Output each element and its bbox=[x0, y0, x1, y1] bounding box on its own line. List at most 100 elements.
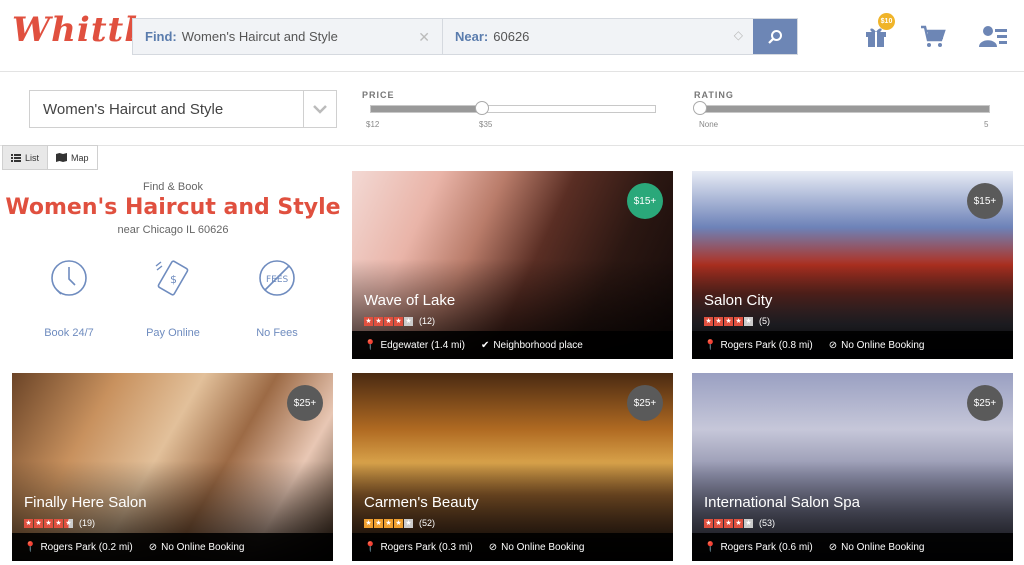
rating-slider-handle[interactable] bbox=[693, 101, 707, 115]
salon-meta: 📍 Edgewater (1.4 mi) ✔ Neighborhood place bbox=[352, 331, 673, 359]
user-list-icon bbox=[979, 26, 1007, 47]
price-badge: $25+ bbox=[287, 385, 323, 421]
salon-extra: No Online Booking bbox=[501, 541, 585, 553]
salon-name[interactable]: Salon City bbox=[704, 292, 772, 309]
map-view-button[interactable]: Map bbox=[48, 146, 97, 169]
review-count: (5) bbox=[759, 316, 770, 326]
near-field[interactable]: Near: 60626 ◇ bbox=[443, 19, 753, 54]
price-slider-handle[interactable] bbox=[474, 101, 489, 115]
price-badge: $25+ bbox=[627, 385, 663, 421]
price-label: PRICE bbox=[362, 90, 395, 100]
feature-pay-online: $ Pay Online bbox=[128, 258, 218, 339]
search-bar: Find: Women's Haircut and Style ✕ Near: … bbox=[132, 18, 798, 55]
star-icon: ★ bbox=[704, 316, 713, 326]
price-min-label: $12 bbox=[366, 120, 380, 129]
feature-label: No Fees bbox=[256, 327, 298, 339]
star-icon: ★ bbox=[704, 518, 713, 528]
location-pin-icon: 📍 bbox=[704, 541, 717, 553]
find-book-text: Find & Book bbox=[143, 181, 203, 193]
salon-meta: 📍 Rogers Park (0.8 mi) ⊘ No Online Booking bbox=[692, 331, 1013, 359]
list-view-button[interactable]: List bbox=[3, 146, 49, 169]
star-icon: ★ bbox=[394, 316, 403, 326]
salon-location: Edgewater (1.4 mi) bbox=[380, 339, 465, 351]
logo[interactable]: Whittl bbox=[12, 10, 138, 50]
star-icon: ★ bbox=[34, 518, 43, 528]
salon-name[interactable]: Wave of Lake bbox=[364, 292, 455, 309]
category-select[interactable]: Women's Haircut and Style bbox=[29, 90, 337, 128]
find-label: Find: bbox=[145, 29, 177, 44]
star-icon: ★ bbox=[64, 518, 73, 528]
rating-label: RATING bbox=[694, 90, 734, 100]
no-booking-icon: ⊘ bbox=[828, 541, 838, 553]
star-icon: ★ bbox=[24, 518, 33, 528]
price-slider[interactable] bbox=[370, 105, 656, 113]
star-icon: ★ bbox=[404, 316, 413, 326]
salon-location: Rogers Park (0.3 mi) bbox=[380, 541, 473, 553]
header: Whittl Find: Women's Haircut and Style ✕… bbox=[0, 0, 1024, 72]
feature-label: Pay Online bbox=[146, 327, 200, 339]
salon-meta: 📍 Rogers Park (0.2 mi) ⊘ No Online Booking bbox=[12, 533, 333, 561]
check-icon: ✔ bbox=[480, 339, 490, 351]
salon-name[interactable]: International Salon Spa bbox=[704, 494, 860, 511]
price-badge: $25+ bbox=[967, 385, 1003, 421]
salon-card[interactable]: $15+ Salon City ★ ★ ★ ★ ★ (5) 📍 Rogers Park (0.8 … bbox=[692, 171, 1013, 359]
star-icon: ★ bbox=[724, 316, 733, 326]
search-icon bbox=[768, 29, 782, 44]
filter-bar: Women's Haircut and Style PRICE $12 $35 … bbox=[0, 72, 1024, 146]
star-icon: ★ bbox=[44, 518, 53, 528]
salon-meta: 📍 Rogers Park (0.3 mi) ⊘ No Online Booking bbox=[352, 533, 673, 561]
category-select-value: Women's Haircut and Style bbox=[43, 100, 224, 118]
map-view-label: Map bbox=[71, 152, 89, 163]
star-rating: ★ ★ ★ ★ ★ (12) bbox=[364, 316, 435, 326]
salon-location: Rogers Park (0.8 mi) bbox=[720, 339, 813, 351]
star-icon: ★ bbox=[734, 316, 743, 326]
salon-card[interactable]: $25+ Carmen's Beauty ★ ★ ★ ★ ★ (52) 📍 Rogers Park… bbox=[352, 373, 673, 561]
star-rating: ★ ★ ★ ★ ★ (53) bbox=[704, 518, 775, 528]
page-title: Women's Haircut and Style bbox=[5, 195, 341, 220]
price-slider-fill bbox=[371, 106, 482, 112]
cart-icon bbox=[921, 25, 946, 47]
near-input[interactable]: 60626 bbox=[493, 29, 529, 44]
salon-card[interactable]: $25+ Finally Here Salon ★ ★ ★ ★ ★ (19) 📍 Rogers P… bbox=[12, 373, 333, 561]
star-icon: ★ bbox=[374, 518, 383, 528]
review-count: (19) bbox=[79, 518, 96, 528]
salon-name[interactable]: Finally Here Salon bbox=[24, 494, 147, 511]
rating-slider[interactable] bbox=[700, 105, 990, 113]
rating-min-label: None bbox=[699, 120, 719, 129]
salon-extra: Neighborhood place bbox=[493, 339, 583, 351]
clock-icon bbox=[51, 260, 87, 296]
phone-payment-icon: $ bbox=[155, 260, 189, 296]
account-button[interactable] bbox=[977, 22, 1009, 50]
salon-card[interactable]: $15+ Wave of Lake ★ ★ ★ ★ ★ (12) 📍 Edgewater (1.4… bbox=[352, 171, 673, 359]
no-booking-icon: ⊘ bbox=[828, 339, 838, 351]
star-rating: ★ ★ ★ ★ ★ (19) bbox=[24, 518, 95, 528]
salon-name[interactable]: Carmen's Beauty bbox=[364, 494, 479, 511]
find-field[interactable]: Find: Women's Haircut and Style ✕ bbox=[133, 19, 443, 54]
salon-card[interactable]: $25+ International Salon Spa ★ ★ ★ ★ ★ (53) 📍 Rog… bbox=[692, 373, 1013, 561]
feature-book-24-7: Book 24/7 bbox=[24, 258, 114, 339]
location-pin-icon: 📍 bbox=[364, 339, 377, 351]
rating-max-label: 5 bbox=[984, 120, 989, 129]
rating-slider-track bbox=[701, 106, 989, 112]
feature-no-fees: FEES No Fees bbox=[232, 258, 322, 339]
salon-meta: 📍 Rogers Park (0.6 mi) ⊘ No Online Booking bbox=[692, 533, 1013, 561]
star-icon: ★ bbox=[54, 518, 63, 528]
star-icon: ★ bbox=[734, 518, 743, 528]
salon-extra: No Online Booking bbox=[161, 541, 245, 553]
svg-text:$: $ bbox=[170, 273, 177, 286]
cart-button[interactable] bbox=[919, 22, 947, 50]
chevron-down-icon[interactable] bbox=[303, 91, 336, 127]
star-icon: ★ bbox=[364, 518, 373, 528]
near-location-text: near Chicago IL 60626 bbox=[117, 224, 229, 236]
salon-extra: No Online Booking bbox=[841, 339, 925, 351]
star-icon: ★ bbox=[364, 316, 373, 326]
find-input[interactable]: Women's Haircut and Style bbox=[182, 29, 338, 44]
clear-icon[interactable]: ✕ bbox=[418, 29, 430, 46]
star-icon: ★ bbox=[744, 518, 753, 528]
view-toggle: List Map bbox=[2, 145, 98, 170]
search-button[interactable] bbox=[753, 19, 797, 54]
salon-extra: No Online Booking bbox=[841, 541, 925, 553]
star-rating: ★ ★ ★ ★ ★ (5) bbox=[704, 316, 770, 326]
location-icon[interactable]: ◇ bbox=[734, 28, 743, 42]
price-badge: $15+ bbox=[967, 183, 1003, 219]
